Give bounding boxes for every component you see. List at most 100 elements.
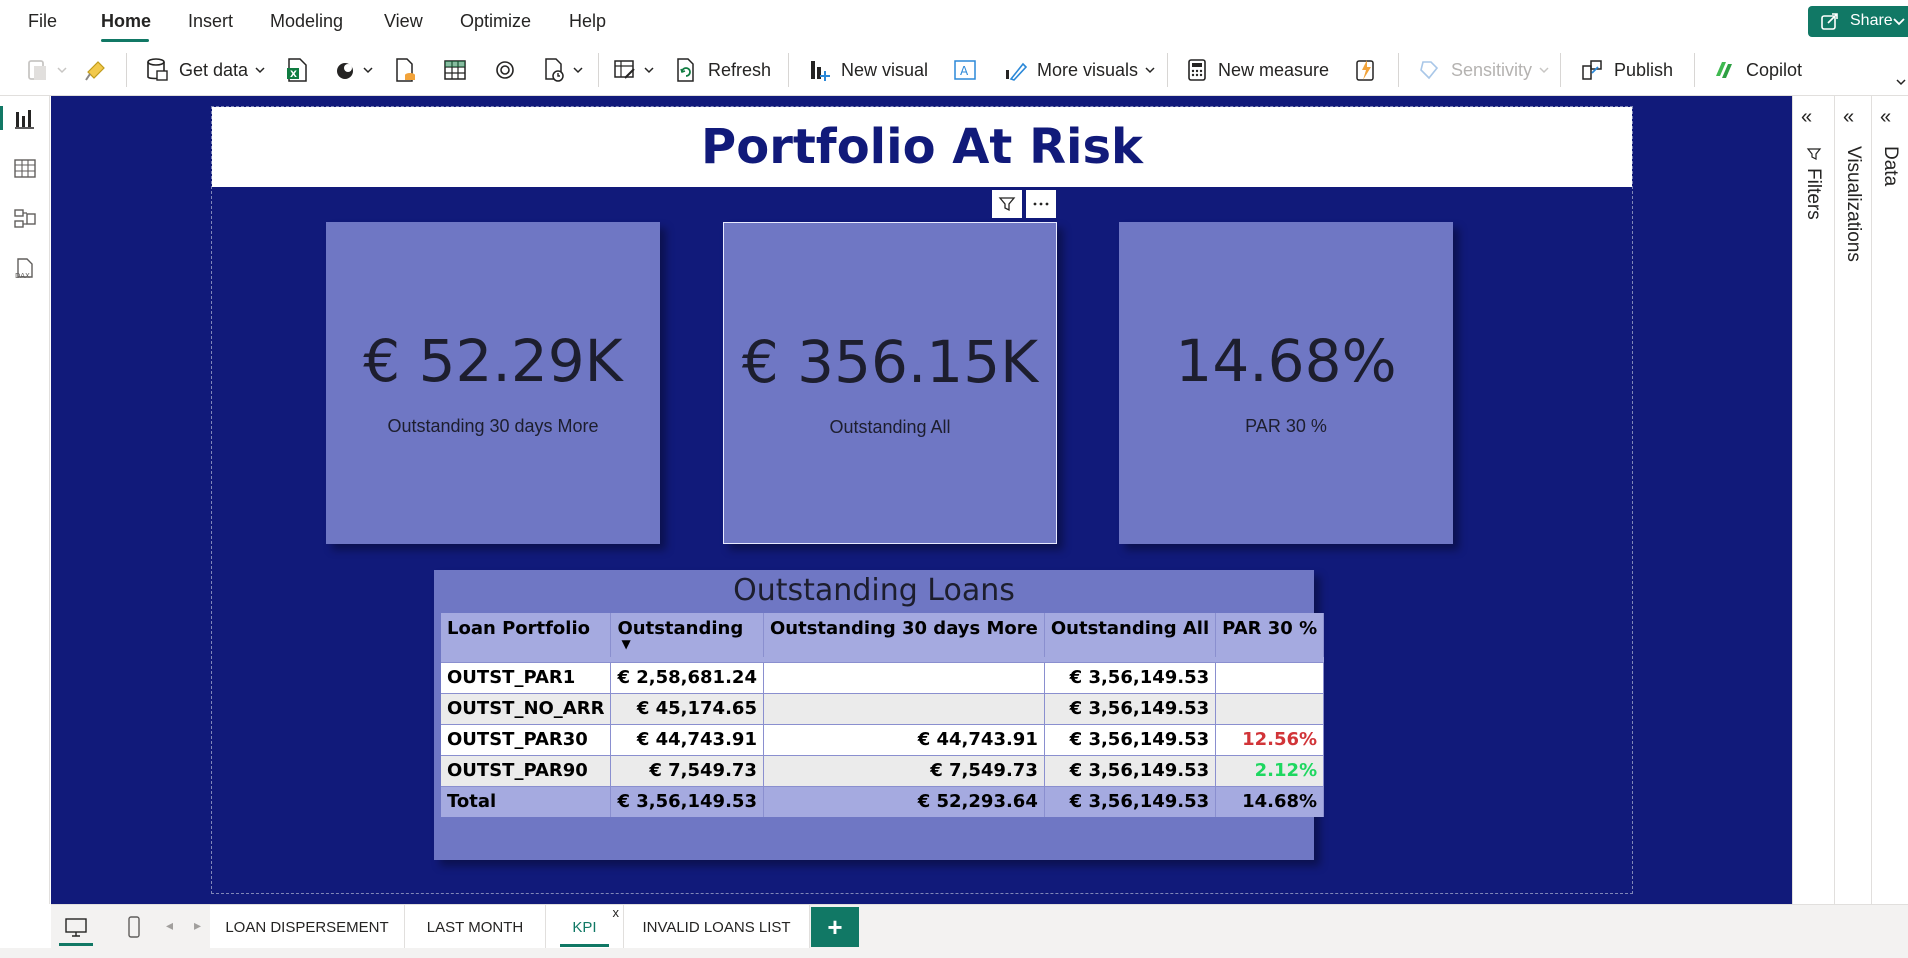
- refresh-button[interactable]: Refresh: [674, 56, 771, 84]
- tab-last-month[interactable]: LAST MONTH: [405, 905, 546, 949]
- model-view-icon[interactable]: [12, 206, 38, 232]
- card-caption: Outstanding All: [829, 417, 951, 437]
- cell-total-outstanding-all: € 3,56,149.53: [1044, 785, 1217, 817]
- expand-visualizations-icon[interactable]: «: [1843, 106, 1854, 129]
- report-view-icon[interactable]: [12, 106, 38, 132]
- column-header-outstanding-30-days-more[interactable]: Outstanding 30 days More: [763, 613, 1045, 657]
- card-value: 14.68%: [1175, 327, 1397, 395]
- loans-table: Loan Portfolio Outstanding ▼ Outstanding …: [441, 613, 1325, 817]
- sql-server-button[interactable]: [393, 56, 417, 84]
- format-painter-icon: [85, 61, 105, 81]
- data-pane-label: Data: [1880, 146, 1901, 187]
- menu-help[interactable]: Help: [569, 11, 606, 32]
- menu-optimize[interactable]: Optimize: [460, 11, 531, 32]
- tab-kpi[interactable]: KPI x: [546, 905, 624, 949]
- sql-server-icon: [396, 58, 415, 82]
- excel-icon: X: [287, 58, 307, 82]
- tab-loan-dispersement[interactable]: LOAN DISPERSEMENT: [210, 905, 405, 949]
- close-tab-icon[interactable]: x: [613, 905, 620, 920]
- cell-total-label: Total: [441, 785, 612, 817]
- scroll-tabs-left-icon[interactable]: ◂: [166, 917, 173, 934]
- more-options-button[interactable]: [1026, 190, 1056, 218]
- excel-workbook-button[interactable]: X: [285, 56, 309, 84]
- column-header-outstanding[interactable]: Outstanding ▼: [610, 613, 764, 657]
- recent-sources-icon: [545, 58, 564, 82]
- transform-data-button[interactable]: [613, 56, 655, 84]
- column-header-loan-portfolio[interactable]: Loan Portfolio: [441, 613, 612, 657]
- quick-measure-button[interactable]: [1354, 56, 1376, 84]
- page-tab-bar: ◂ ▸ LOAN DISPERSEMENT LAST MONTH KPI x I…: [51, 904, 1908, 949]
- svg-text:X: X: [290, 70, 297, 80]
- publish-button[interactable]: Publish: [1580, 56, 1673, 84]
- recent-sources-button[interactable]: [542, 56, 584, 84]
- chevron-down-icon: [57, 67, 67, 74]
- report-canvas[interactable]: Portfolio At Risk € 52.29K Outstanding 3…: [51, 96, 1792, 904]
- format-painter-button[interactable]: [84, 56, 108, 84]
- cell-outstanding-all: € 3,56,149.53: [1044, 754, 1217, 786]
- menu-home[interactable]: Home: [101, 11, 151, 32]
- menu-insert[interactable]: Insert: [188, 11, 233, 32]
- text-box-button[interactable]: A: [953, 56, 977, 84]
- add-page-button[interactable]: +: [811, 907, 859, 947]
- share-button[interactable]: Share: [1808, 6, 1908, 37]
- dataverse-button[interactable]: [493, 56, 517, 84]
- sort-descending-icon: ▼: [621, 637, 631, 651]
- table-row[interactable]: OUTST_PAR1 € 2,58,681.24 € 3,56,149.53: [441, 661, 1325, 693]
- more-visuals-button[interactable]: More visuals: [1003, 56, 1156, 84]
- expand-data-icon[interactable]: «: [1880, 106, 1891, 129]
- active-menu-indicator: [101, 39, 149, 42]
- filter-visual-button[interactable]: [992, 190, 1022, 218]
- dax-query-view-icon[interactable]: DAX: [12, 256, 38, 282]
- table-row[interactable]: OUTST_NO_ARR € 45,174.65 € 3,56,149.53: [441, 692, 1325, 724]
- paste-button[interactable]: [26, 56, 68, 84]
- view-switcher-rail: DAX: [0, 96, 50, 904]
- table-row[interactable]: OUTST_PAR30 € 44,743.91 € 44,743.91 € 3,…: [441, 723, 1325, 755]
- menu-file[interactable]: File: [28, 11, 57, 32]
- desktop-layout-icon[interactable]: [64, 916, 88, 938]
- cell-outstanding-30: [763, 661, 1045, 693]
- menu-modeling[interactable]: Modeling: [270, 11, 343, 32]
- page-title: Portfolio At Risk: [701, 119, 1143, 175]
- scroll-tabs-right-icon[interactable]: ▸: [194, 917, 201, 934]
- new-visual-button[interactable]: New visual: [807, 56, 928, 84]
- kpi-card-outstanding-30-days[interactable]: € 52.29K Outstanding 30 days More: [326, 222, 660, 544]
- cell-par-30: [1215, 692, 1325, 724]
- kpi-card-outstanding-all[interactable]: € 356.15K Outstanding All: [723, 222, 1057, 544]
- copilot-button[interactable]: Copilot: [1712, 56, 1802, 84]
- column-header-outstanding-all[interactable]: Outstanding All: [1044, 613, 1217, 657]
- copilot-label: Copilot: [1746, 59, 1803, 80]
- outstanding-loans-table[interactable]: Outstanding Loans Loan Portfolio Outstan…: [434, 570, 1325, 860]
- cell-outstanding-all: € 3,56,149.53: [1044, 661, 1217, 693]
- paste-icon: [28, 60, 46, 80]
- card-value: € 356.15K: [741, 328, 1039, 396]
- tab-label: KPI: [572, 918, 597, 936]
- data-pane-collapsed[interactable]: « Data: [1871, 96, 1908, 904]
- ribbon-expand-chevron-icon[interactable]: [1895, 76, 1907, 88]
- tab-invalid-loans-list[interactable]: INVALID LOANS LIST: [624, 905, 810, 949]
- table-view-icon[interactable]: [12, 156, 38, 182]
- card-caption: Outstanding 30 days More: [387, 416, 599, 436]
- onelake-hub-button[interactable]: [334, 56, 374, 84]
- cell-outstanding: € 44,743.91: [610, 723, 764, 755]
- sensitivity-button[interactable]: Sensitivity: [1417, 56, 1550, 84]
- filters-pane-collapsed[interactable]: « Filters: [1792, 96, 1834, 904]
- visualizations-pane-collapsed[interactable]: « Visualizations: [1834, 96, 1871, 904]
- get-data-button[interactable]: Get data: [145, 56, 266, 84]
- table-total-row[interactable]: Total € 3,56,149.53 € 52,293.64 € 3,56,1…: [441, 785, 1325, 817]
- cell-outstanding-30: € 44,743.91: [763, 723, 1045, 755]
- refresh-icon: [677, 58, 694, 82]
- ribbon-separator: [1560, 53, 1561, 87]
- kpi-card-par-30[interactable]: 14.68% PAR 30 %: [1119, 222, 1453, 544]
- title-textbox[interactable]: Portfolio At Risk: [212, 107, 1632, 187]
- expand-filters-icon[interactable]: «: [1801, 106, 1812, 129]
- new-visual-label: New visual: [841, 59, 929, 80]
- table-row[interactable]: OUTST_PAR90 € 7,549.73 € 7,549.73 € 3,56…: [441, 754, 1325, 786]
- new-measure-button[interactable]: New measure: [1186, 56, 1329, 84]
- mobile-layout-icon[interactable]: [126, 915, 142, 939]
- menu-bar: File Home Insert Modeling View Optimize …: [0, 0, 1908, 44]
- menu-view[interactable]: View: [384, 11, 423, 32]
- column-header-par-30[interactable]: PAR 30 %: [1215, 613, 1325, 657]
- enter-data-button[interactable]: [443, 56, 467, 84]
- refresh-label: Refresh: [708, 59, 772, 80]
- tab-label: LAST MONTH: [426, 918, 524, 936]
